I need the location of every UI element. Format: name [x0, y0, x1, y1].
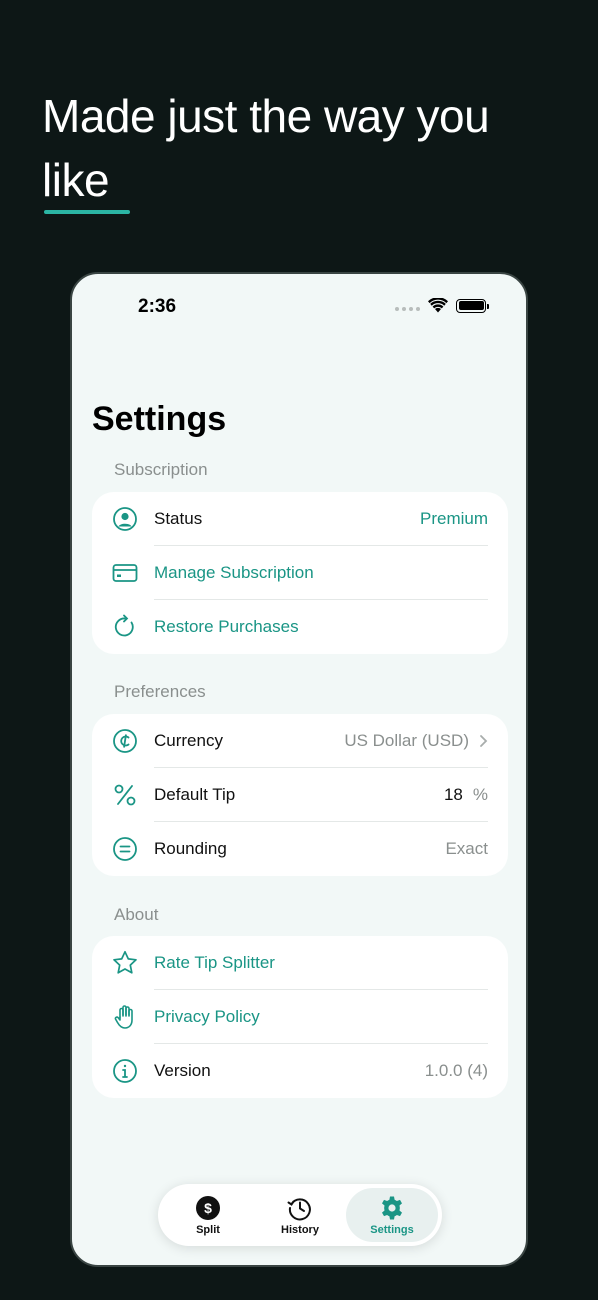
phone-frame: 2:36 Settings Subscription Status Premiu…: [70, 272, 528, 1267]
status-icons: [395, 298, 489, 313]
status-label: Status: [154, 509, 203, 528]
cellular-signal-icon: [395, 306, 420, 311]
version-value: 1.0.0 (4): [424, 1061, 488, 1080]
currency-label: Currency: [154, 731, 223, 750]
wifi-icon: [428, 298, 448, 313]
headline: Made just the way you like: [42, 84, 562, 212]
headline-line-2: like: [42, 154, 110, 206]
tab-history-label: History: [281, 1223, 319, 1236]
status-row: Status Premium: [92, 492, 508, 546]
privacy-policy-row[interactable]: Privacy Policy: [92, 990, 508, 1044]
gear-icon: [382, 1196, 402, 1219]
chevron-right-icon: [480, 735, 488, 747]
default-tip-value-group: 18 %: [444, 785, 488, 805]
restore-purchases-label: Restore Purchases: [154, 617, 299, 636]
about-card: Rate Tip Splitter Privacy Policy Version…: [92, 936, 508, 1098]
default-tip-row: Default Tip 18 %: [92, 768, 508, 822]
status-time: 2:36: [138, 296, 177, 317]
default-tip-input[interactable]: 18: [444, 785, 463, 805]
svg-text:$: $: [204, 1200, 212, 1216]
currency-value: US Dollar (USD): [344, 731, 469, 750]
history-clock-icon: [287, 1197, 311, 1220]
star-icon: [112, 950, 138, 976]
rate-label: Rate Tip Splitter: [154, 953, 275, 972]
percent-icon: [112, 782, 138, 808]
tab-split[interactable]: $ Split: [162, 1188, 254, 1242]
status-bar: 2:36: [72, 274, 526, 334]
manage-subscription-row[interactable]: Manage Subscription: [92, 546, 508, 600]
section-label-about: About: [114, 905, 159, 924]
default-tip-label: Default Tip: [154, 785, 236, 804]
restore-purchases-row[interactable]: Restore Purchases: [92, 600, 508, 654]
rate-row[interactable]: Rate Tip Splitter: [92, 936, 508, 990]
refresh-icon: [112, 614, 138, 640]
version-row: Version 1.0.0 (4): [92, 1044, 508, 1098]
preferences-card: Currency US Dollar (USD) Default Tip 18 …: [92, 714, 508, 876]
headline-underline: [44, 210, 130, 214]
default-tip-unit: %: [472, 785, 488, 804]
tab-settings-label: Settings: [370, 1223, 414, 1236]
subscription-card: Status Premium Manage Subscription Resto…: [92, 492, 508, 654]
privacy-policy-label: Privacy Policy: [154, 1007, 260, 1026]
section-label-subscription: Subscription: [114, 460, 208, 479]
rounding-row[interactable]: Rounding Exact: [92, 822, 508, 876]
page-title: Settings: [92, 400, 227, 438]
battery-icon: [456, 298, 489, 313]
currency-value-group: US Dollar (USD): [344, 731, 488, 751]
cent-icon: [112, 728, 138, 754]
dollar-circle-icon: $: [196, 1195, 220, 1220]
info-icon: [112, 1058, 138, 1084]
rounding-label: Rounding: [154, 839, 227, 858]
hand-icon: [112, 1004, 138, 1030]
version-label: Version: [154, 1061, 211, 1080]
tab-split-label: Split: [196, 1223, 220, 1236]
tab-bar: $ Split History Settings: [158, 1184, 442, 1246]
status-value: Premium: [419, 509, 488, 528]
credit-card-icon: [112, 560, 138, 586]
manage-subscription-label: Manage Subscription: [154, 563, 314, 582]
person-circle-icon: [112, 506, 138, 532]
headline-line-1: Made just the way you: [42, 90, 490, 142]
tab-history[interactable]: History: [254, 1188, 346, 1242]
section-label-preferences: Preferences: [114, 682, 206, 701]
equals-circle-icon: [112, 836, 138, 862]
currency-row[interactable]: Currency US Dollar (USD): [92, 714, 508, 768]
rounding-value: Exact: [445, 839, 488, 858]
tab-settings[interactable]: Settings: [346, 1188, 438, 1242]
